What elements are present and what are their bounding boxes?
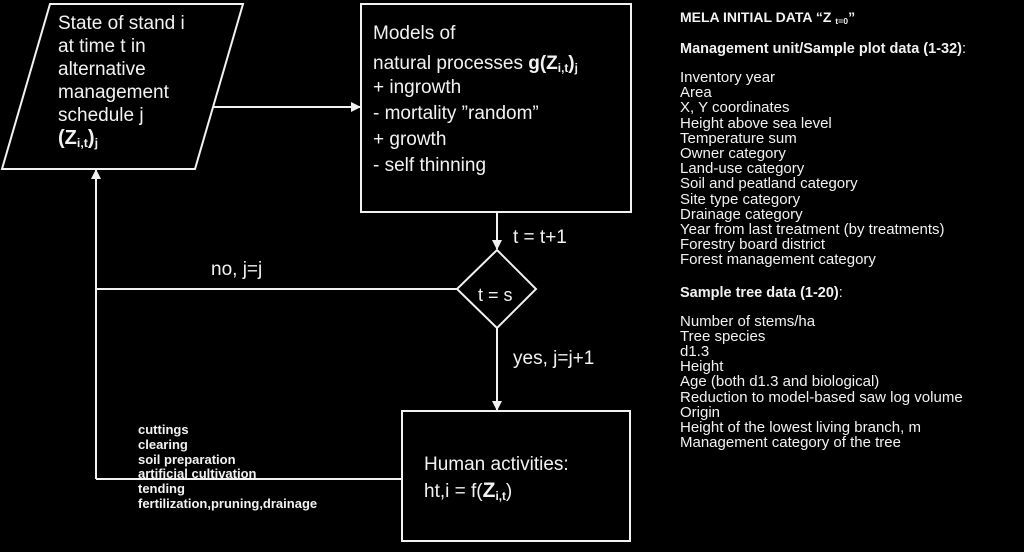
management-unit-item: Temperature sum: [680, 129, 797, 147]
management-unit-heading-text: Management unit/Sample plot data (1-32): [680, 41, 962, 57]
state-line: State of stand i: [58, 13, 185, 34]
human-formula-bold: Z: [482, 479, 496, 502]
sample-tree-list: Number of stems/ha Tree species d1.3 Hei…: [680, 312, 966, 452]
initial-data-panel: MELA INITIAL DATA “Z t=0” Management uni…: [680, 9, 967, 452]
activity-item: cuttings: [138, 422, 189, 437]
state-line: alternative: [58, 59, 146, 80]
activity-item: fertilization,pruning,drainage: [138, 495, 318, 511]
management-unit-item: Site type category: [680, 190, 801, 208]
models-line2-text: natural processes: [373, 53, 529, 74]
human-formula-sub: i,t: [495, 489, 506, 503]
management-unit-heading: Management unit/Sample plot data (1-32):: [680, 41, 967, 70]
sample-tree-item: Tree species: [680, 327, 766, 345]
management-unit-item: Year from last treatment (by treatments): [680, 221, 945, 239]
initial-data-title-text: MELA INITIAL DATA “Z: [680, 9, 836, 25]
models-title: Models of: [373, 23, 456, 44]
models-formula-sub: i,t: [557, 61, 569, 75]
models-box-text: Models of natural processes g(Zi,t)j + i…: [373, 22, 578, 180]
management-unit-item: Forestry board district: [680, 236, 826, 254]
human-box-text: Human activities: ht,i = f(Zi,t): [424, 452, 569, 505]
state-line: at time t in: [58, 36, 146, 57]
management-unit-item: Forest management category: [680, 251, 876, 269]
sample-tree-item: Height: [680, 358, 724, 376]
activity-item: tending: [138, 481, 185, 497]
sample-tree-item: Height of the lowest living branch, m: [680, 419, 921, 437]
models-item: - mortality ”random”: [373, 103, 539, 124]
sample-tree-heading: Sample tree data (1-20):: [680, 284, 966, 314]
models-item: - self thinning: [373, 155, 487, 176]
state-formula-close: ): [87, 127, 95, 149]
initial-data-title: MELA INITIAL DATA “Z t=0”: [680, 9, 966, 42]
state-box-text: State of stand i at time t in alternativ…: [58, 12, 185, 150]
models-line2: natural processes g(Zi,t)j: [373, 52, 578, 76]
label-no-branch: no, j=j: [211, 259, 263, 280]
models-item: + growth: [373, 129, 447, 150]
state-line: schedule j: [58, 105, 144, 126]
management-unit-heading-suffix: :: [962, 41, 967, 57]
management-unit-item: X, Y coordinates: [680, 99, 790, 117]
label-yes-branch: yes, j=j+1: [513, 348, 595, 369]
state-formula: (Zi,t)j: [58, 127, 185, 150]
sample-tree-item: d1.3: [680, 343, 710, 361]
state-formula-outer-sub: j: [94, 136, 99, 151]
management-unit-item: Inventory year: [680, 69, 776, 86]
management-unit-item: Drainage category: [680, 205, 803, 223]
state-formula-main: (Z: [58, 127, 77, 149]
models-formula-outer-sub: j: [574, 61, 578, 75]
sample-tree-item: Origin: [680, 403, 721, 421]
management-unit-item: Owner category: [680, 145, 786, 163]
activities-list: cuttings clearing soil preparation artif…: [138, 422, 318, 512]
sample-tree-item: Management category of the tree: [680, 434, 901, 452]
sample-tree-item: Reduction to model-based saw log volume: [680, 388, 963, 406]
state-formula-sub: i,t: [76, 136, 88, 151]
human-title: Human activities:: [424, 454, 569, 475]
management-unit-item: Land-use category: [680, 160, 805, 178]
sample-tree-heading-text: Sample tree data (1-20): [680, 284, 839, 301]
management-unit-item: Area: [680, 84, 712, 102]
initial-data-title-sub: t=0: [835, 16, 849, 27]
label-increment: t = t+1: [513, 227, 567, 248]
human-formula-prefix: ht,i = f(: [424, 481, 483, 502]
initial-data-title-close: ”: [848, 9, 856, 25]
human-formula: ht,i = f(Zi,t): [424, 478, 569, 505]
decision-label: t = s: [478, 285, 513, 305]
sample-tree-heading-suffix: :: [838, 284, 843, 301]
sample-tree-item: Number of stems/ha: [680, 312, 816, 330]
models-item: + ingrowth: [373, 77, 462, 98]
activity-item: clearing: [138, 436, 188, 452]
state-line: management: [58, 82, 169, 103]
management-unit-list: Inventory year Area X, Y coordinates Hei…: [680, 70, 966, 268]
human-formula-close: ): [505, 481, 513, 502]
management-unit-item: Soil and peatland category: [680, 175, 858, 193]
activity-item: artificial cultivation: [138, 466, 257, 482]
sample-tree-item: Age (both d1.3 and biological): [680, 373, 880, 391]
models-formula: g(Z: [528, 53, 558, 74]
management-unit-item: Height above sea level: [680, 114, 832, 132]
activity-item: soil preparation: [138, 451, 236, 467]
